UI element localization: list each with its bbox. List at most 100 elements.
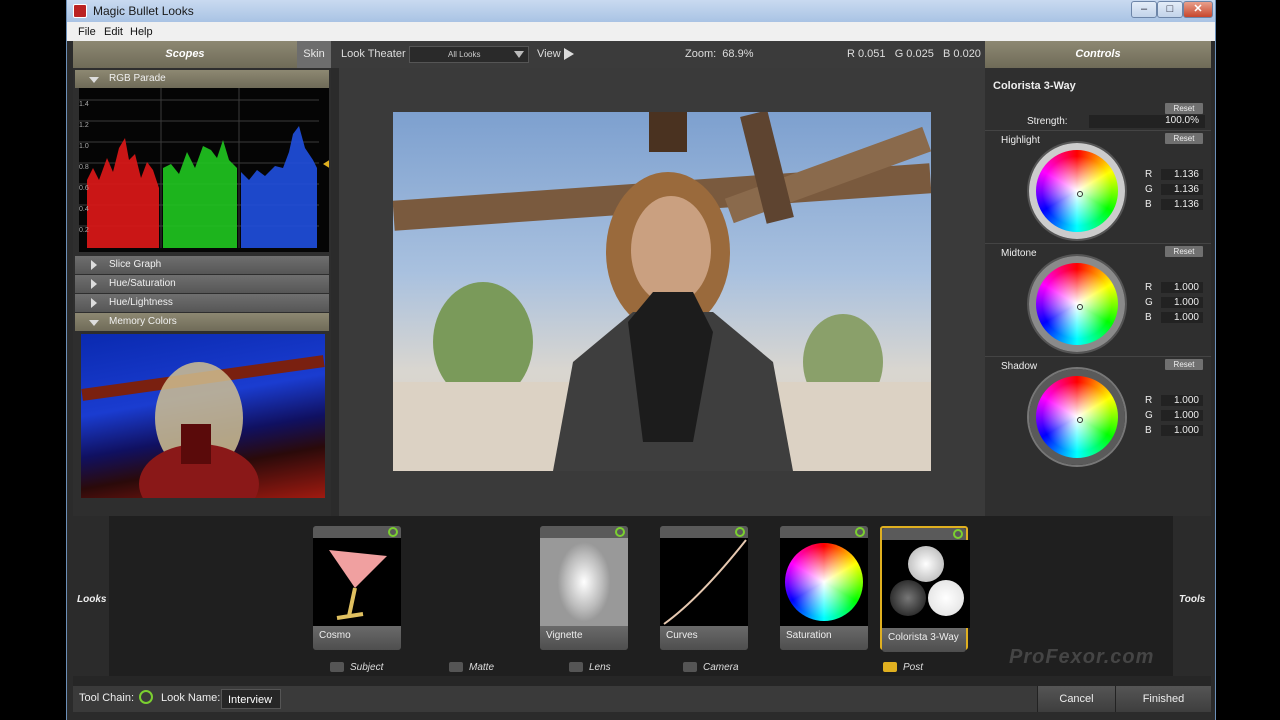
app-window: Magic Bullet Looks – □ ✕ File Edit Help … [66, 0, 1216, 720]
highlight-reset-button[interactable]: Reset [1165, 133, 1203, 144]
looks-filter-dropdown[interactable]: All Looks [409, 46, 529, 63]
category-matte[interactable]: Matte [449, 662, 494, 673]
midtone-reset-button[interactable]: Reset [1165, 246, 1203, 257]
midtone-g-field[interactable]: 1.000 [1161, 297, 1203, 308]
midtone-color-wheel[interactable] [1029, 256, 1125, 352]
maximize-button[interactable]: □ [1157, 1, 1183, 18]
hue-lightness-label: Hue/Lightness [109, 297, 173, 308]
play-icon[interactable] [564, 48, 574, 60]
title-bar: Magic Bullet Looks – □ ✕ [67, 0, 1215, 22]
hue-lightness-section[interactable]: Hue/Lightness [75, 294, 329, 312]
tool-tile-vignette[interactable]: Vignette [540, 526, 628, 650]
tile-label: Curves [660, 626, 748, 650]
chevron-down-icon [514, 51, 524, 58]
category-post[interactable]: Post [883, 662, 923, 673]
reset-button[interactable]: Reset [1165, 103, 1203, 114]
strength-field[interactable]: 100.0% [1089, 115, 1205, 128]
b-label: B [1145, 199, 1152, 210]
g-label: G [1145, 410, 1153, 421]
power-icon[interactable] [615, 527, 625, 537]
wheel-handle[interactable] [1077, 417, 1083, 423]
menu-bar: File Edit Help [67, 22, 1215, 41]
category-subject[interactable]: Subject [330, 662, 383, 673]
tools-drawer-tab[interactable]: Tools [1173, 516, 1211, 676]
viewer-toolbar: Look Theater All Looks View Zoom: 68.9% … [331, 41, 985, 68]
wheel-handle[interactable] [1077, 304, 1083, 310]
look-name-input[interactable]: Interview [221, 689, 281, 709]
tile-header [882, 528, 966, 540]
power-icon[interactable] [139, 690, 153, 704]
parade-y-ticks: 1.4 1.2 1.0 0.8 0.6 0.4 0.2 [79, 94, 89, 241]
highlight-g-field[interactable]: 1.136 [1161, 184, 1203, 195]
category-label: Subject [350, 662, 384, 673]
tick-label: 1.4 [79, 101, 89, 108]
slice-graph-section[interactable]: Slice Graph [75, 256, 329, 274]
highlight-section: Highlight Reset R 1.136 G 1.136 B 1.136 [985, 130, 1211, 243]
tile-header [540, 526, 628, 538]
rgb-parade-section[interactable]: RGB Parade [75, 70, 329, 88]
midtone-label: Midtone [1001, 248, 1037, 259]
r-label: R [1145, 282, 1153, 293]
minimize-button[interactable]: – [1131, 1, 1157, 18]
category-label: Matte [469, 662, 495, 673]
looks-drawer-tab[interactable]: Looks [73, 516, 109, 676]
tool-chain-label: Tool Chain: [79, 692, 135, 704]
view-label[interactable]: View [537, 48, 561, 60]
tile-header [313, 526, 401, 538]
watermark: ProFexor.com [1009, 646, 1155, 668]
category-label: Post [903, 662, 924, 673]
shadow-color-wheel[interactable] [1029, 369, 1125, 465]
tick-label: 0.8 [79, 164, 89, 171]
finished-button[interactable]: Finished [1115, 686, 1211, 712]
lens-icon [569, 662, 583, 673]
memory-colors-section[interactable]: Memory Colors [75, 313, 329, 331]
memory-colors-preview [81, 334, 325, 498]
scopes-panel: RGB Parade 1.4 1.2 1.0 0.8 0.6 0.4 0.2 S… [73, 68, 331, 516]
midtone-r-field[interactable]: 1.000 [1161, 282, 1203, 293]
rgb-parade-scope: 1.4 1.2 1.0 0.8 0.6 0.4 0.2 [79, 88, 331, 252]
looks-label: Looks [77, 594, 107, 605]
close-button[interactable]: ✕ [1183, 1, 1213, 18]
hue-saturation-section[interactable]: Hue/Saturation [75, 275, 329, 293]
shadow-rgb-values: R 1.000 G 1.000 B 1.000 [1145, 395, 1203, 440]
shadow-b-field[interactable]: 1.000 [1161, 425, 1203, 436]
cancel-button[interactable]: Cancel [1037, 686, 1115, 712]
midtone-b-field[interactable]: 1.000 [1161, 312, 1203, 323]
shadow-r-field[interactable]: 1.000 [1161, 395, 1203, 406]
matte-icon [449, 662, 463, 673]
menu-help[interactable]: Help [130, 26, 153, 38]
category-camera[interactable]: Camera [683, 662, 739, 673]
tool-tile-curves[interactable]: Curves [660, 526, 748, 650]
midtone-rgb-values: R 1.000 G 1.000 B 1.000 [1145, 282, 1203, 327]
preview-image[interactable] [393, 112, 931, 471]
skin-button[interactable]: Skin [297, 41, 331, 68]
shadow-g-field[interactable]: 1.000 [1161, 410, 1203, 421]
category-lens[interactable]: Lens [569, 662, 611, 673]
highlight-r-field[interactable]: 1.136 [1161, 169, 1203, 180]
strength-label: Strength: [1027, 116, 1068, 127]
menu-file[interactable]: File [78, 26, 96, 38]
power-icon[interactable] [953, 529, 963, 539]
image-viewer[interactable] [339, 68, 985, 516]
midtone-ball-icon [928, 580, 964, 616]
menu-edit[interactable]: Edit [104, 26, 123, 38]
cosmo-thumbnail [313, 538, 401, 626]
tool-tile-cosmo[interactable]: Cosmo [313, 526, 401, 650]
highlight-color-wheel[interactable] [1029, 143, 1125, 239]
tool-tile-saturation[interactable]: Saturation [780, 526, 868, 650]
look-theater-label[interactable]: Look Theater [341, 48, 406, 60]
tool-tile-colorista-3-way[interactable]: Colorista 3-Way [880, 526, 970, 652]
highlight-label: Highlight [1001, 135, 1040, 146]
power-icon[interactable] [735, 527, 745, 537]
tile-label: Saturation [780, 626, 868, 650]
tools-label: Tools [1179, 594, 1206, 605]
app-icon [73, 4, 87, 18]
tick-label: 1.0 [79, 143, 89, 150]
power-icon[interactable] [388, 527, 398, 537]
wheel-handle[interactable] [1077, 191, 1083, 197]
shadow-reset-button[interactable]: Reset [1165, 359, 1203, 370]
highlight-b-field[interactable]: 1.136 [1161, 199, 1203, 210]
power-icon[interactable] [855, 527, 865, 537]
highlight-ball-icon [908, 546, 944, 582]
category-label: Camera [703, 662, 739, 673]
